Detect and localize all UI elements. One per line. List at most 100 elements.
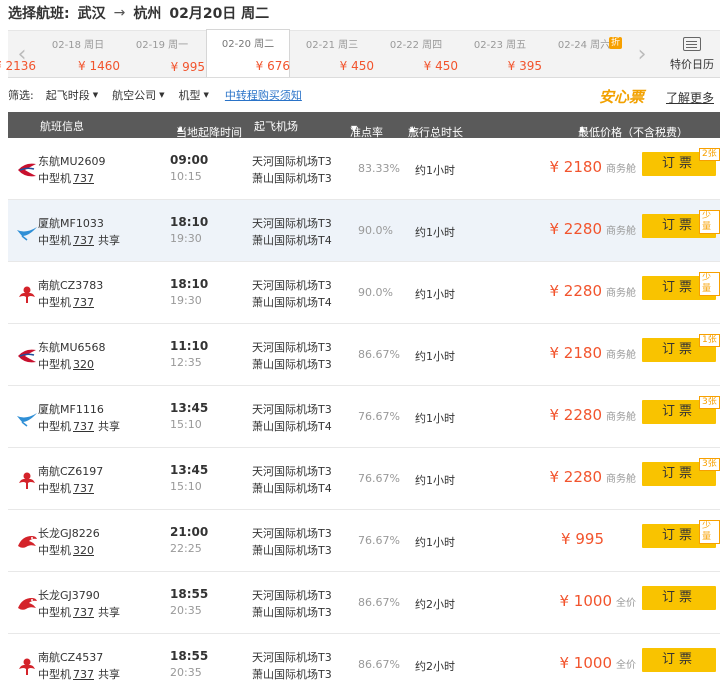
plane-type: 中型机 737 共享 <box>38 232 120 248</box>
arrival-time: 19:30 <box>170 294 202 307</box>
col-flight-info: 航班信息 <box>40 120 84 133</box>
flight-price: ¥ 1000 全价 <box>560 654 637 672</box>
flight-price: ¥ 2280 商务舱 <box>550 220 637 238</box>
arrival-time: 10:15 <box>170 170 202 183</box>
learn-more-link[interactable]: 了解更多 <box>666 89 714 106</box>
date-cell-price: ¥ 1460 <box>78 59 120 73</box>
flight-price: ¥ 2180 商务舱 <box>550 344 637 362</box>
date-cell-date: 02-20 周二 <box>221 39 275 50</box>
cabin-class: 商务舱 <box>606 412 636 423</box>
origin-city: 武汉 <box>77 6 106 22</box>
arrival-time: 20:35 <box>170 604 202 617</box>
date-cell-price: ¥ 450 <box>423 59 458 73</box>
flight-row: 厦航MF1116 中型机 737 共享 13:45 15:10 天河国际机场T3 萧山国际机场… <box>8 386 720 448</box>
anxin-ticket-logo: 安心票 <box>598 88 644 106</box>
plane-size: 中型机 <box>38 420 71 433</box>
plane-size: 中型机 <box>38 482 71 495</box>
plane-model-link[interactable]: 737 <box>73 234 94 247</box>
departure-time: 13:45 <box>170 401 209 415</box>
date-strip: ‹ ¥ 2136 02-18 周日 ¥ 1460 02-19 周一 ¥ 995 … <box>0 29 720 78</box>
seat-count-tag: 少量 <box>699 520 720 544</box>
date-cell-price: ¥ 2136 <box>0 59 36 73</box>
plane-model-link[interactable]: 737 <box>73 172 94 185</box>
filter-departure-time[interactable]: 起飞时段 ▼ <box>42 86 102 104</box>
special-calendar-button[interactable]: 特价日历 <box>664 37 720 72</box>
filter-aircraft[interactable]: 机型 ▼ <box>175 86 213 104</box>
transfer-notice-link[interactable]: 中转程购买须知 <box>225 87 302 103</box>
price-value: ¥ 995 <box>561 530 604 548</box>
filter-airline[interactable]: 航空公司 ▼ <box>108 86 168 104</box>
airline-flight-number[interactable]: 南航CZ3783 <box>38 277 103 293</box>
plane-model-link[interactable]: 737 <box>73 482 94 495</box>
plane-model-link[interactable]: 737 <box>73 420 94 433</box>
plane-model-link[interactable]: 320 <box>73 544 94 557</box>
filter-departure-time-label: 起飞时段 <box>45 89 90 102</box>
chevron-right-icon[interactable]: › <box>628 31 656 77</box>
airline-flight-number[interactable]: 厦航MF1033 <box>38 215 104 231</box>
travel-duration: 约1小时 <box>415 474 455 487</box>
caret-down-icon: ▼ <box>203 91 209 99</box>
arrival-airport: 萧山国际机场T3 <box>252 668 332 681</box>
departure-airport: 天河国际机场T3 <box>252 341 332 354</box>
cabin-class: 商务舱 <box>606 164 636 175</box>
airline-logo-icon <box>16 222 38 242</box>
airline-flight-number[interactable]: 南航CZ6197 <box>38 463 103 479</box>
codeshare-label[interactable]: 共享 <box>98 668 120 681</box>
ontime-rate: 90.0% <box>358 224 393 237</box>
departure-airport: 天河国际机场T3 <box>252 155 332 168</box>
airline-flight-number[interactable]: 长龙GJ8226 <box>38 525 100 541</box>
airline-flight-number[interactable]: 东航MU2609 <box>38 153 106 169</box>
arrival-airport: 萧山国际机场T3 <box>252 172 332 185</box>
cabin-class: 商务舱 <box>606 288 636 299</box>
price-value: ¥ 1000 <box>559 592 613 610</box>
ontime-rate: 86.67% <box>358 658 400 671</box>
airline-logo-icon <box>16 346 38 366</box>
travel-duration: 约2小时 <box>415 660 455 673</box>
airline-flight-number[interactable]: 南航CZ4537 <box>38 649 103 665</box>
travel-duration: 约1小时 <box>415 288 455 301</box>
ontime-rate: 86.67% <box>358 596 400 609</box>
book-button[interactable]: 订票 <box>642 586 716 610</box>
travel-duration: 约2小时 <box>415 598 455 611</box>
airline-flight-number[interactable]: 厦航MF1116 <box>38 401 104 417</box>
flight-price: ¥ 1000 全价 <box>560 592 637 610</box>
flight-row: 南航CZ4537 中型机 737 共享 18:55 20:35 天河国际机场T3 萧山国际机场… <box>8 634 720 695</box>
plane-size: 中型机 <box>38 358 71 371</box>
flight-price: ¥ 2280 商务舱 <box>550 406 637 424</box>
airline-flight-number[interactable]: 长龙GJ3790 <box>38 587 100 603</box>
arrival-airport: 萧山国际机场T4 <box>252 482 332 495</box>
plane-type: 中型机 737 <box>38 170 94 186</box>
arrival-airport: 萧山国际机场T4 <box>252 234 332 247</box>
date-cell[interactable]: ¥ 395 折 02-24 周六 <box>508 31 626 77</box>
ontime-rate: 90.0% <box>358 286 393 299</box>
codeshare-label[interactable]: 共享 <box>98 234 120 247</box>
caret-down-icon: ▼ <box>159 91 165 99</box>
travel-date: 02月20日 周二 <box>169 6 270 22</box>
ontime-rate: 83.33% <box>358 162 400 175</box>
cabin-class: 商务舱 <box>606 350 636 361</box>
plane-size: 中型机 <box>38 296 71 309</box>
plane-size: 中型机 <box>38 668 71 681</box>
departure-airport: 天河国际机场T3 <box>252 651 332 664</box>
date-cell-date: 02-23 周五 <box>473 40 527 51</box>
departure-time: 21:00 <box>170 525 209 539</box>
departure-time: 18:10 <box>170 277 209 291</box>
arrival-time: 15:10 <box>170 480 202 493</box>
filter-label: 筛选: <box>8 89 34 102</box>
plane-model-link[interactable]: 320 <box>73 358 94 371</box>
codeshare-label[interactable]: 共享 <box>98 420 120 433</box>
arrival-time: 19:30 <box>170 232 202 245</box>
sort-up-icon: ▲ <box>579 124 586 133</box>
departure-time: 13:45 <box>170 463 209 477</box>
book-button[interactable]: 订票 <box>642 648 716 672</box>
flight-price: ¥ 995 <box>561 530 604 548</box>
codeshare-label[interactable]: 共享 <box>98 606 120 619</box>
departure-time: 11:10 <box>170 339 209 353</box>
route-arrow-icon: → <box>113 5 126 21</box>
plane-model-link[interactable]: 737 <box>73 296 94 309</box>
plane-type: 中型机 737 <box>38 294 94 310</box>
plane-model-link[interactable]: 737 <box>73 606 94 619</box>
plane-size: 中型机 <box>38 544 71 557</box>
airline-flight-number[interactable]: 东航MU6568 <box>38 339 106 355</box>
plane-model-link[interactable]: 737 <box>73 668 94 681</box>
